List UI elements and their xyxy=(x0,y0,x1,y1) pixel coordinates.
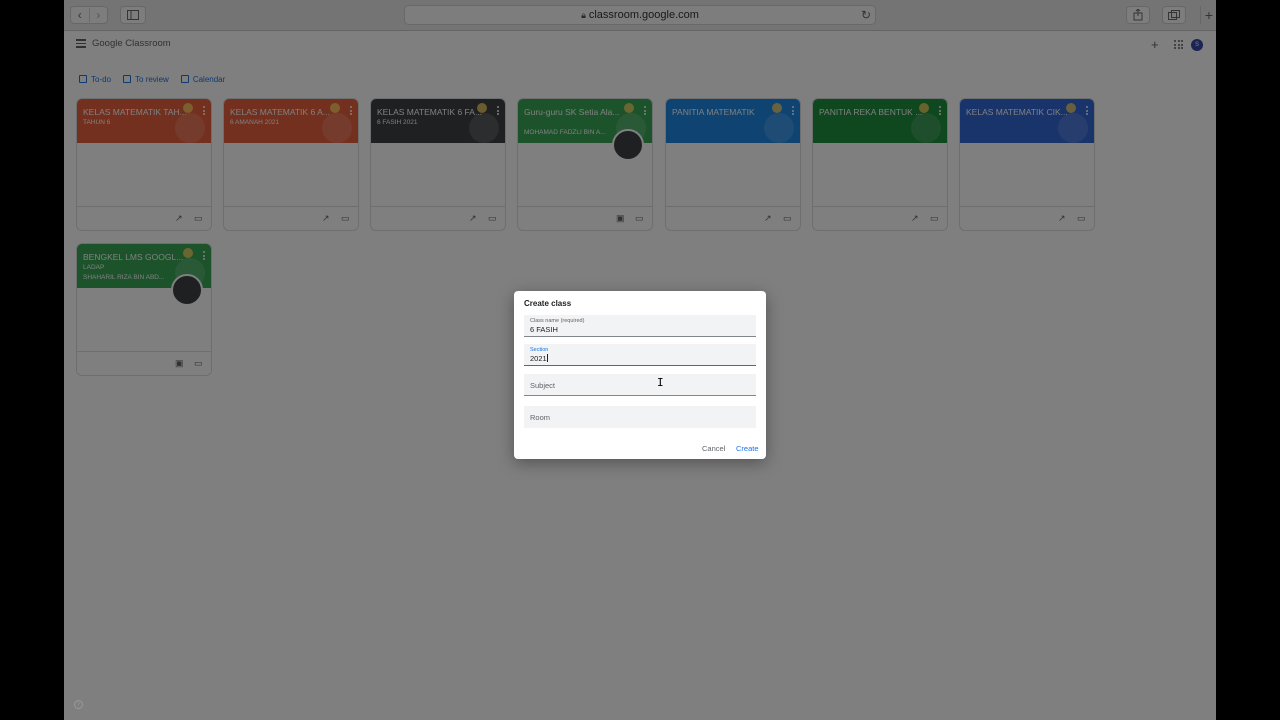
section-label: Section xyxy=(530,347,549,353)
subject-field[interactable]: Subject xyxy=(524,374,756,396)
class-name-value: 6 FASIH xyxy=(530,325,558,334)
create-button[interactable]: Create xyxy=(736,444,759,453)
section-input-line: 2021 xyxy=(530,354,548,363)
text-cursor-icon: I xyxy=(657,376,664,389)
section-value: 2021 xyxy=(530,354,547,363)
help-icon[interactable]: ? xyxy=(74,700,83,709)
cancel-button[interactable]: Cancel xyxy=(702,444,725,453)
subject-placeholder: Subject xyxy=(530,381,556,390)
create-class-dialog: Create class Class name (required) 6 FAS… xyxy=(514,291,766,459)
section-field[interactable]: Section 2021 xyxy=(524,344,756,366)
class-name-field[interactable]: Class name (required) 6 FASIH xyxy=(524,315,756,337)
room-placeholder: Room xyxy=(530,413,551,422)
text-caret xyxy=(546,354,548,362)
class-name-label: Class name (required) xyxy=(530,318,585,324)
dialog-title: Create class xyxy=(524,299,572,308)
room-field[interactable]: Room xyxy=(524,406,756,428)
